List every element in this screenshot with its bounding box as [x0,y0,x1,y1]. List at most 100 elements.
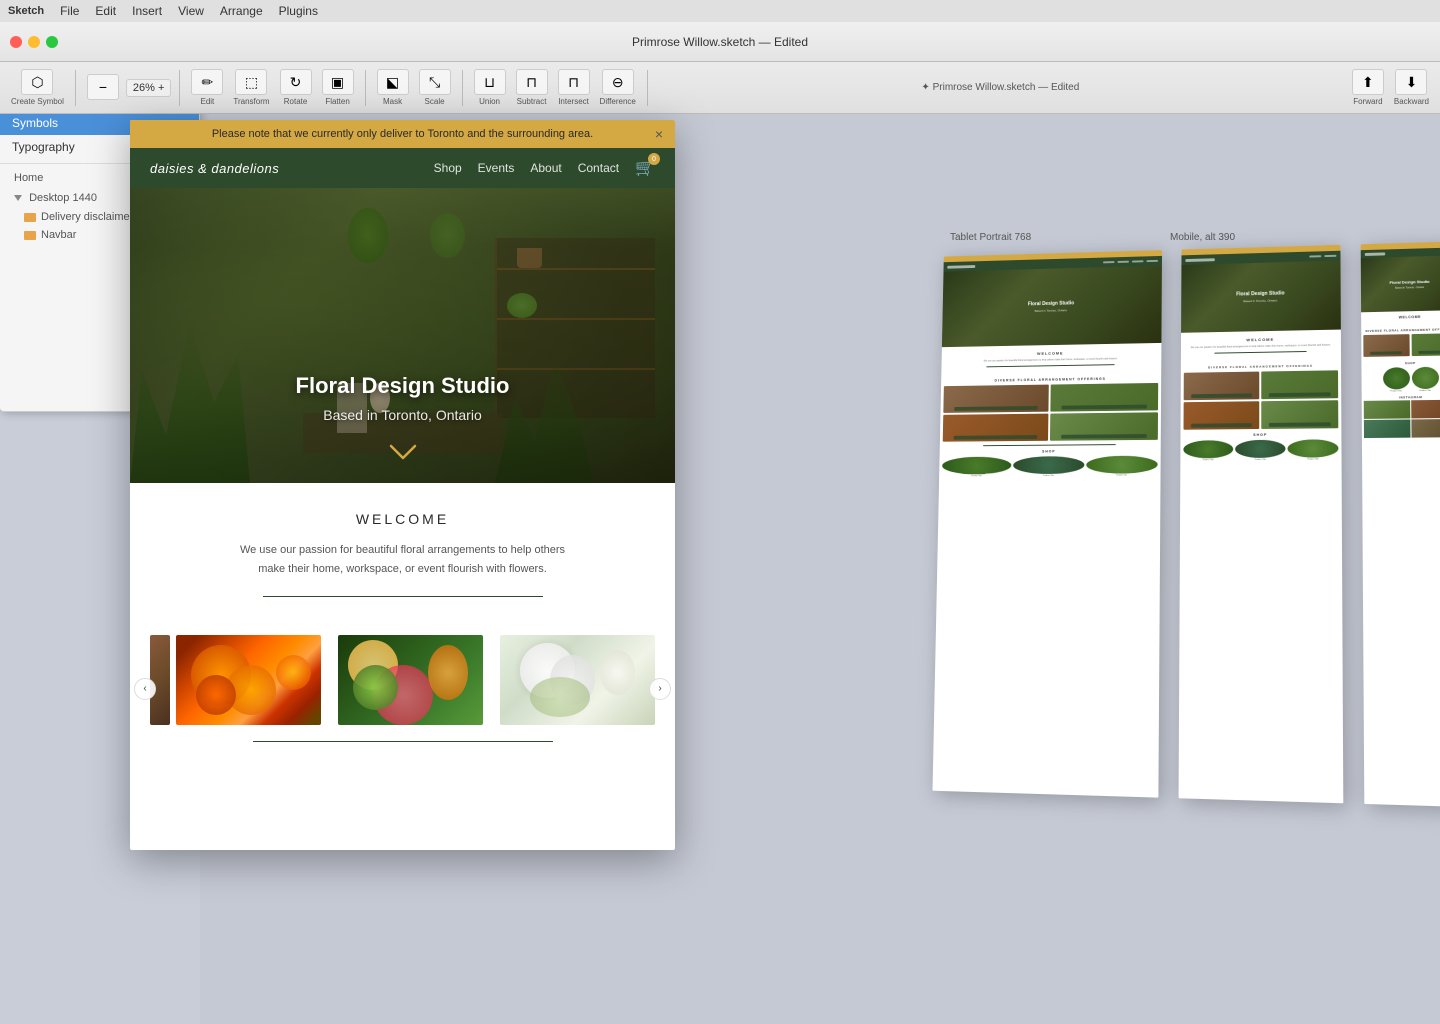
mini-tablet-nav-links [1309,255,1336,258]
toolbar-group-minus[interactable]: − [87,74,119,102]
mini-mobile-welcome: WELCOME [1361,310,1440,327]
preview-mobile-content: Floral Design Studio Based in Toronto, O… [1361,241,1440,807]
cart-icon-wrap[interactable]: 🛒 0 [635,158,655,178]
zoom-out-icon[interactable]: − [87,74,119,100]
carousel-section: ‹ [130,635,675,742]
mini-shop-item-3: Product Title [1086,455,1158,476]
union-icon[interactable]: ⊔ [474,69,506,95]
mini-nav-link-4 [1146,260,1158,262]
carousel-wreath-bg [338,635,483,725]
mini-site-mobile: Floral Design Studio Based in Toronto, O… [1361,241,1440,438]
menu-item-view[interactable]: View [178,4,204,18]
subtract-icon[interactable]: ⊓ [516,69,548,95]
preview-mobile: Floral Design Studio Based in Toronto, O… [1361,241,1440,807]
mini-mobile-btn-1 [1370,351,1402,355]
close-button[interactable] [10,36,22,48]
mini-tablet-grid-btn-1 [1191,393,1251,398]
toolbar-group-scale[interactable]: ⤡ Scale [419,69,451,106]
minimize-button[interactable] [28,36,40,48]
edit-label: Edit [200,97,214,106]
carousel-next-button[interactable]: › [649,678,671,700]
site-logo[interactable]: daisies & dandelions [150,161,279,176]
nav-link-shop[interactable]: Shop [434,161,462,175]
toolbar-group-union[interactable]: ⊔ Union [474,69,506,106]
nav-link-about[interactable]: About [530,161,561,175]
welcome-title: WELCOME [160,511,645,527]
label-mobile: Mobile, alt 390 [1170,232,1235,243]
mini-tablet-shop-label-2: Product Title [1235,459,1285,461]
mini-mobile-grid-1 [1363,334,1409,357]
welcome-text: We use our passion for beautiful floral … [233,541,573,578]
mini-mobile-shop-label-2: Product Title [1412,390,1439,392]
create-symbol-icon[interactable]: ⬡ [21,69,53,95]
mini-tablet-shop-img-2 [1235,440,1285,458]
carousel-item-wreath [338,635,483,725]
white-arrangement-sim [500,635,655,725]
toolbar-group-mask[interactable]: ⬕ Mask [377,69,409,106]
mini-shop-label-3: Product Title [1086,474,1158,476]
toolbar-group-flatten[interactable]: ▣ Flatten [322,69,354,106]
forward-icon[interactable]: ⬆ [1352,69,1384,95]
zoom-display[interactable]: 26% + [126,79,171,97]
hero-content: Floral Design Studio Based in Toronto, O… [130,373,675,423]
transform-icon[interactable]: ⬚ [235,69,267,95]
mask-icon[interactable]: ⬕ [377,69,409,95]
menu-item-plugins[interactable]: Plugins [279,4,318,18]
mini-tablet-shop-2: Product Title [1235,440,1285,461]
mini-logo [947,265,975,269]
mini-tablet-hero-title: Floral Design Studio [1236,290,1284,297]
menu-item-edit[interactable]: Edit [95,4,116,18]
flatten-icon[interactable]: ▣ [322,69,354,95]
mini-tablet-welcome: WELCOME We use our passion for beautiful… [1181,330,1341,363]
toolbar-group-transform[interactable]: ⬚ Transform [233,69,269,106]
mini-arrangement-title: DIVERSE FLORAL ARRANGEMENT OFFERINGS [941,376,1161,383]
rotate-icon[interactable]: ↻ [280,69,312,95]
difference-icon[interactable]: ⊖ [602,69,634,95]
window-controls [10,36,58,48]
menu-item-file[interactable]: File [60,4,79,18]
mini-tablet-divider [1215,351,1306,353]
carousel-prev-button[interactable]: ‹ [134,678,156,700]
menu-item-insert[interactable]: Insert [132,4,162,18]
toolbar-group-rotate[interactable]: ↻ Rotate [280,69,312,106]
toolbar-separator-5 [647,70,648,106]
mini-grid [940,383,1161,442]
forward-label: Forward [1353,97,1382,106]
carousel-separator-2 [489,635,494,725]
mini-shop-grid: Product Title Product Title Product Titl… [939,455,1161,477]
mini-hero-sub: Based in Toronto, Ontario [1035,308,1067,313]
menu-item-sketch[interactable]: Sketch [8,5,44,17]
mini-mobile-shop-2: Product Title [1411,367,1438,393]
mini-grid-item-2 [1050,383,1158,412]
nav-link-contact[interactable]: Contact [578,161,619,175]
mini-tablet-hero-sub: Based in Toronto, Ontario [1243,298,1277,303]
mini-tablet-grid-1 [1184,372,1260,401]
hero-subtitle: Based in Toronto, Ontario [130,407,675,423]
toolbar-group-edit[interactable]: ✏ Edit [191,69,223,106]
hero-section: Floral Design Studio Based in Toronto, O… [130,188,675,483]
carousel-white-bg [500,635,655,725]
toolbar-group-difference[interactable]: ⊖ Difference [600,69,636,106]
toolbar-group-forward[interactable]: ⬆ Forward [1352,69,1384,106]
nav-link-events[interactable]: Events [478,161,515,175]
toolbar-group-intersect[interactable]: ⊓ Intersect [558,69,590,106]
toolbar-group-backward[interactable]: ⬇ Backward [1394,69,1429,106]
chevron-right-icon: › [658,683,661,694]
hero-scroll-arrow[interactable] [388,442,418,468]
maximize-button[interactable] [46,36,58,48]
backward-label: Backward [1394,97,1429,106]
mini-mobile-welcome-title: WELCOME [1364,314,1440,320]
edit-icon[interactable]: ✏ [191,69,223,95]
folder-icon [24,213,36,222]
toolbar-group-subtract[interactable]: ⊓ Subtract [516,69,548,106]
toolbar-group-create-symbol[interactable]: ⬡ Create Symbol [11,69,64,106]
mini-tablet-shop: SHOP [1181,432,1342,437]
menu-item-arrange[interactable]: Arrange [220,4,263,18]
backward-icon[interactable]: ⬇ [1395,69,1427,95]
bottom-divider [253,741,553,742]
announcement-close-button[interactable]: × [655,126,663,142]
intersect-icon[interactable]: ⊓ [558,69,590,95]
scale-icon[interactable]: ⤡ [419,69,451,95]
zoom-plus-icon[interactable]: + [158,82,164,94]
mini-tablet-arrangement: DIVERSE FLORAL ARRANGEMENT OFFERINGS [1181,363,1341,370]
